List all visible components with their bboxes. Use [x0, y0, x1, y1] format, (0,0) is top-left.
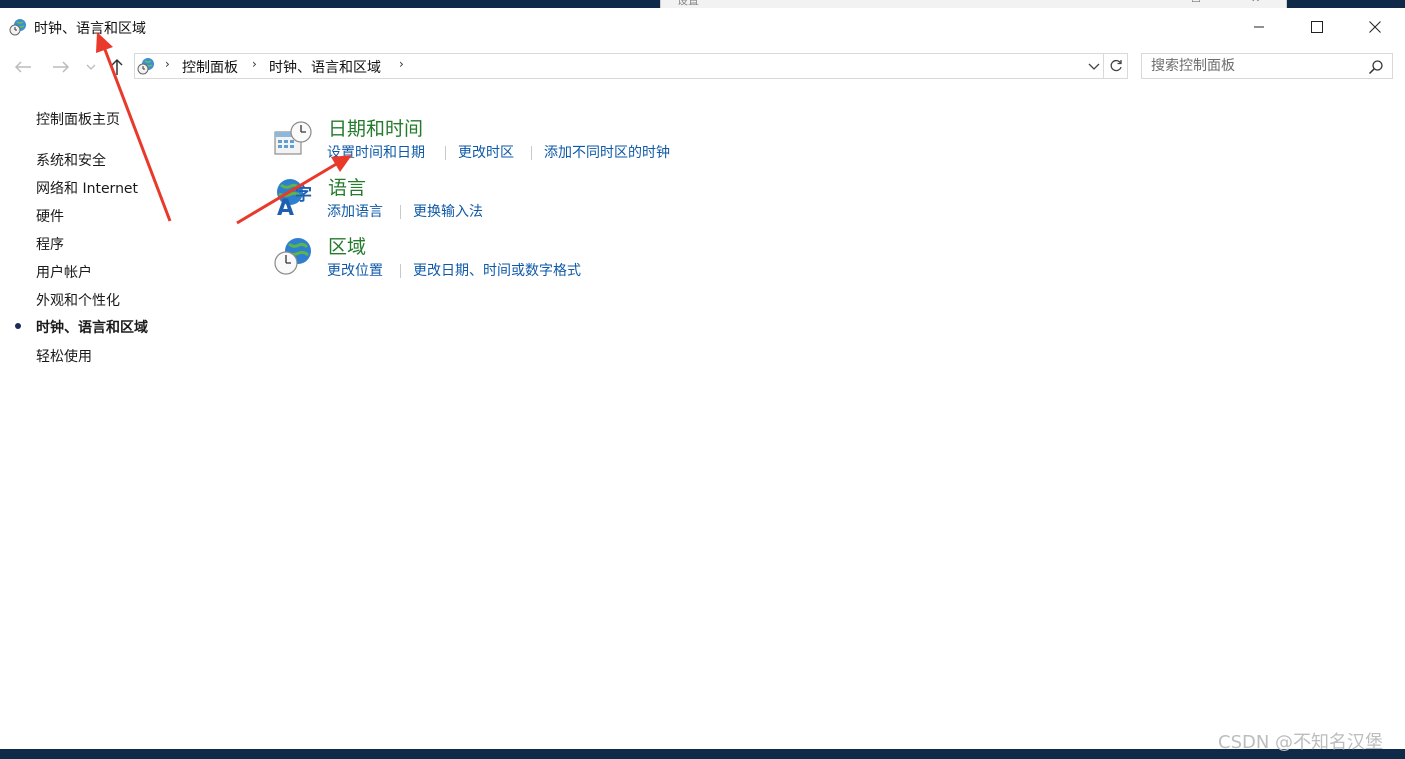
back-button[interactable] [12, 56, 34, 78]
category-title-datetime[interactable]: 日期和时间 [328, 114, 423, 141]
background-window-maximize-icon: ☐ [1191, 0, 1201, 5]
link-divider [400, 205, 401, 219]
sidebar-item-network-internet[interactable]: 网络和 Internet [36, 178, 138, 198]
svg-text:字: 字 [295, 184, 312, 205]
up-button[interactable] [106, 56, 128, 78]
link-change-timezone[interactable]: 更改时区 [458, 142, 514, 162]
sidebar-item-ease-of-access[interactable]: 轻松使用 [36, 346, 92, 366]
breadcrumb-control-panel[interactable]: 控制面板 [182, 57, 238, 77]
address-bar[interactable]: › 控制面板 › 时钟、语言和区域 › [134, 53, 1104, 79]
taskbar-strip [0, 749, 1405, 759]
datetime-icon[interactable] [272, 118, 314, 160]
close-button[interactable] [1346, 8, 1404, 46]
breadcrumb-separator-icon[interactable]: › [252, 57, 257, 71]
sidebar-item-appearance[interactable]: 外观和个性化 [36, 290, 120, 310]
region-icon[interactable] [272, 235, 314, 277]
background-window-close-icon: ✕ [1251, 0, 1260, 5]
arrow-left-icon [14, 61, 31, 73]
breadcrumb-separator-icon[interactable]: › [165, 57, 170, 71]
clock-globe-icon [137, 58, 154, 75]
search-icon[interactable] [1368, 59, 1384, 75]
sidebar-control-panel-home[interactable]: 控制面板主页 [36, 109, 120, 129]
link-change-formats[interactable]: 更改日期、时间或数字格式 [413, 260, 581, 280]
arrow-up-icon [111, 58, 123, 75]
background-settings-window: 设置 ☐ ✕ [660, 0, 1287, 8]
maximize-button[interactable] [1288, 8, 1346, 46]
link-set-time-date[interactable]: 设置时间和日期 [327, 142, 425, 162]
current-item-bullet-icon [15, 323, 21, 329]
search-input[interactable] [1142, 54, 1371, 78]
close-icon [1369, 21, 1381, 33]
forward-button[interactable] [50, 56, 72, 78]
language-icon[interactable]: A 字 [272, 176, 314, 218]
navigation-bar: › 控制面板 › 时钟、语言和区域 › [0, 46, 1405, 86]
minimize-button[interactable] [1230, 8, 1288, 46]
chevron-down-icon [86, 64, 96, 70]
annotation-arrows [96, 32, 352, 225]
chevron-down-icon[interactable] [1087, 59, 1101, 73]
sidebar-item-clock-language-region: 时钟、语言和区域 [36, 320, 148, 336]
link-divider [445, 146, 446, 160]
category-title-language[interactable]: 语言 [328, 173, 366, 200]
link-change-location[interactable]: 更改位置 [327, 260, 383, 280]
maximize-icon [1311, 21, 1323, 33]
link-change-input-method[interactable]: 更换输入法 [413, 201, 483, 221]
search-box[interactable] [1141, 53, 1393, 79]
breadcrumb-separator-icon[interactable]: › [399, 57, 404, 71]
link-divider [531, 146, 532, 160]
arrow-right-icon [53, 61, 70, 73]
svg-text:A: A [277, 196, 294, 218]
refresh-icon [1110, 59, 1122, 72]
sidebar-item-user-accounts[interactable]: 用户帐户 [36, 262, 92, 282]
recent-locations-button[interactable] [84, 56, 98, 78]
window-title: 时钟、语言和区域 [34, 21, 146, 37]
link-divider [400, 264, 401, 278]
link-add-clocks[interactable]: 添加不同时区的时钟 [544, 142, 670, 162]
sidebar-item-hardware[interactable]: 硬件 [36, 206, 64, 226]
watermark: CSDN @不知名汉堡 [1218, 732, 1384, 753]
sidebar-item-programs[interactable]: 程序 [36, 234, 64, 254]
category-title-region[interactable]: 区域 [328, 232, 366, 259]
sidebar-item-system-security[interactable]: 系统和安全 [36, 150, 106, 170]
link-add-language[interactable]: 添加语言 [327, 201, 383, 221]
clock-globe-icon [9, 19, 26, 36]
title-bar: 时钟、语言和区域 [0, 8, 1405, 46]
breadcrumb-clock-language-region[interactable]: 时钟、语言和区域 [269, 57, 381, 77]
background-window-title: 设置 [677, 0, 699, 7]
refresh-button[interactable] [1104, 53, 1128, 79]
minimize-icon [1254, 26, 1264, 28]
